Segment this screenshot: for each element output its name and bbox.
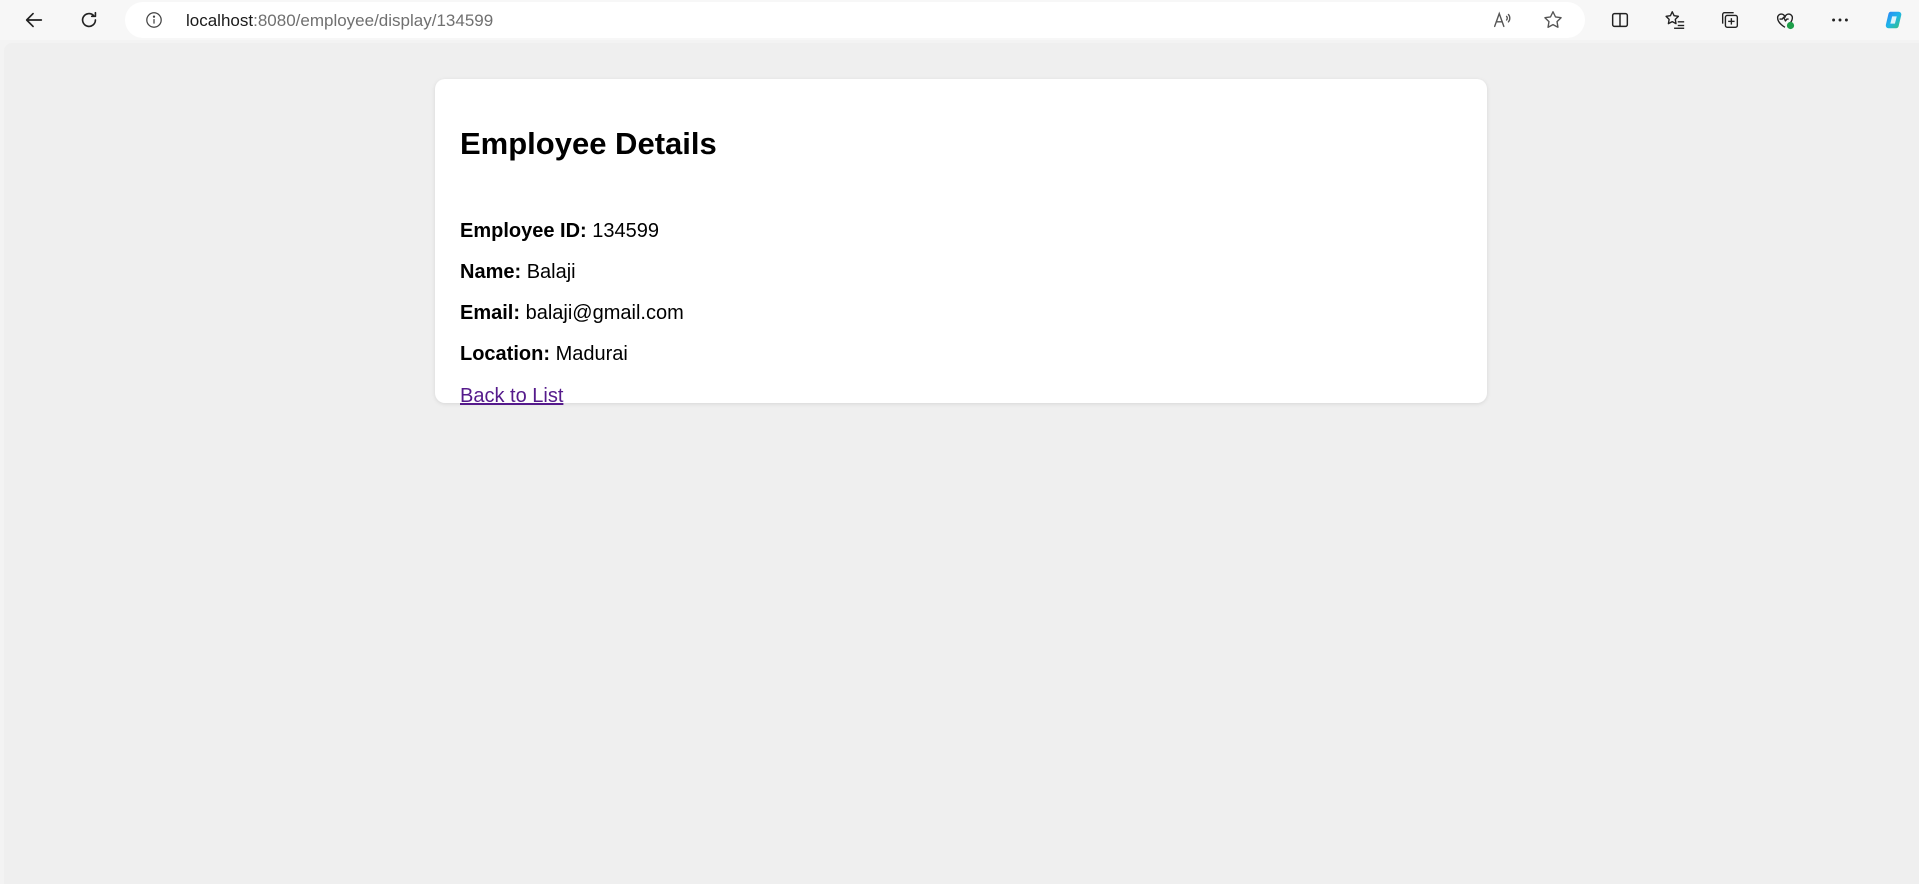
copilot-icon: [1885, 11, 1902, 29]
url-text[interactable]: localhost:8080/employee/display/134599: [186, 11, 493, 31]
collections-button[interactable]: [1712, 2, 1748, 38]
location-row: Location: Madurai: [460, 342, 628, 366]
page-title: Employee Details: [460, 126, 717, 161]
field-label: Email:: [460, 302, 521, 324]
field-value: Balaji: [526, 261, 576, 283]
field-label: Location:: [460, 343, 550, 365]
url-host: localhost: [186, 11, 254, 30]
more-button[interactable]: [1822, 2, 1858, 38]
browser-toolbar: localhost:8080/employee/display/134599: [0, 0, 1919, 40]
split-screen-icon: [1611, 12, 1629, 28]
field-value: 134599: [592, 220, 660, 242]
field-label: Employee ID:: [460, 220, 587, 242]
field-value: Madurai: [555, 343, 628, 365]
refresh-button[interactable]: [71, 2, 107, 38]
url-path: :8080/employee/display/134599: [253, 11, 494, 30]
employee-details-card: Employee Details Employee ID: 134599 Nam…: [435, 79, 1487, 407]
field-value: balaji@gmail.com: [525, 302, 684, 324]
copilot-button[interactable]: [1876, 2, 1912, 38]
star-icon[interactable]: [1542, 9, 1564, 31]
field-label: Name:: [460, 261, 522, 283]
employee-id-row: Employee ID: 134599: [460, 219, 659, 243]
info-icon[interactable]: [145, 11, 163, 29]
favorites-button[interactable]: [1657, 2, 1693, 38]
back-arrow-icon: [25, 12, 43, 28]
address-bar[interactable]: localhost:8080/employee/display/134599: [125, 2, 1585, 38]
page-viewport: Employee Details Employee ID: 134599 Nam…: [4, 43, 1919, 884]
refresh-icon: [81, 11, 97, 28]
email-row: Email: balaji@gmail.com: [460, 301, 684, 325]
favorites-list-icon: [1665, 11, 1685, 29]
back-to-list-link[interactable]: Back to List: [460, 384, 563, 408]
read-aloud-icon[interactable]: [1491, 9, 1513, 31]
name-row: Name: Balaji: [460, 260, 576, 284]
back-button[interactable]: [16, 2, 52, 38]
more-icon: [1832, 18, 1848, 22]
split-screen-button[interactable]: [1602, 2, 1638, 38]
browser-essentials-button[interactable]: [1767, 2, 1803, 38]
collections-icon: [1721, 11, 1739, 29]
browser-essentials-icon: [1776, 13, 1795, 30]
